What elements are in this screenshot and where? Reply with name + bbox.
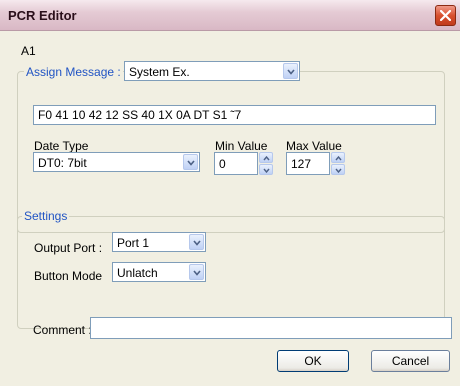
min-value-input[interactable]: 0 [214,152,258,175]
output-port-label: Output Port : [34,241,103,255]
button-mode-dropdown-button[interactable] [189,264,204,280]
min-value-up-button[interactable] [259,152,273,163]
output-port-select[interactable]: Port 1 [112,232,206,252]
message-type-select[interactable]: System Ex. [124,61,300,81]
window-title: PCR Editor [8,8,77,23]
min-value-down-button[interactable] [259,164,273,175]
assign-message-label: Assign Message : [24,65,123,79]
button-mode-select[interactable]: Unlatch [112,262,206,282]
max-value-label: Max Value [286,139,342,153]
settings-label: Settings [22,209,70,223]
chevron-down-icon [193,270,201,276]
close-button[interactable] [435,5,456,26]
chevron-down-icon [263,168,270,173]
button-mode-value: Unlatch [117,266,158,280]
date-type-value: DT0: 7bit [38,156,87,170]
chevron-up-icon [263,156,270,161]
max-value-input[interactable]: 127 [286,152,330,175]
dialog-body: A1 Assign Message : System Ex. F0 41 10 … [0,31,460,386]
button-mode-label: Button Mode [34,269,103,283]
output-port-dropdown-button[interactable] [189,234,204,250]
chevron-down-icon [287,69,295,75]
output-port-value: Port 1 [117,236,150,250]
message-type-value: System Ex. [129,65,190,79]
max-value-spinner: 127 [286,152,345,175]
chevron-up-icon [335,156,342,161]
date-type-label: Date Type [34,139,89,153]
chevron-down-icon [193,240,201,246]
date-type-dropdown-button[interactable] [183,154,198,170]
close-icon [440,10,451,21]
max-value-up-button[interactable] [331,152,345,163]
max-value-down-button[interactable] [331,164,345,175]
date-type-select[interactable]: DT0: 7bit [33,152,200,172]
pcr-id-label: A1 [21,44,36,58]
comment-label: Comment : [33,323,92,337]
comment-input[interactable] [90,317,452,339]
title-bar: PCR Editor [0,0,460,31]
min-value-spinner: 0 [214,152,273,175]
min-value-label: Min Value [215,139,268,153]
ok-button[interactable]: OK [277,350,349,372]
message-type-dropdown-button[interactable] [283,63,298,79]
cancel-button[interactable]: Cancel [371,350,450,372]
chevron-down-icon [187,160,195,166]
chevron-down-icon [335,168,342,173]
sysex-message-field[interactable]: F0 41 10 42 12 SS 40 1X 0A DT S1 ˜7 [33,105,436,125]
